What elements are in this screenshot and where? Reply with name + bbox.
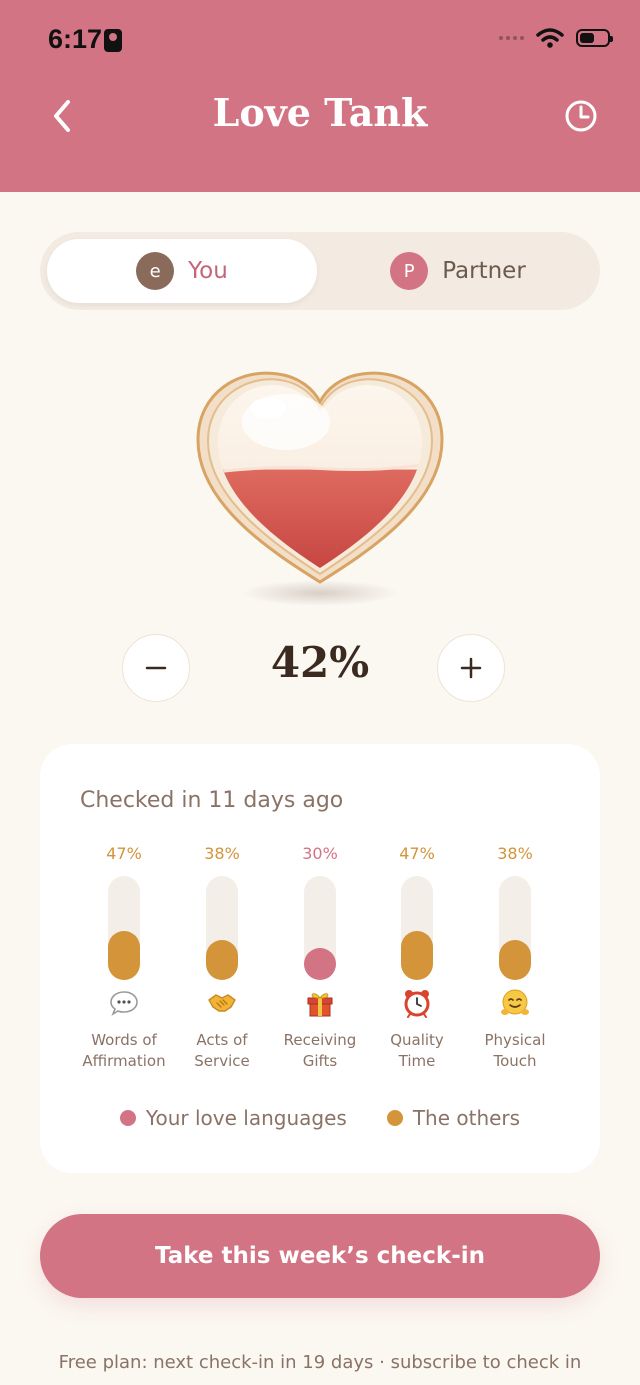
language-bar-track — [304, 876, 336, 980]
language-bar-track — [108, 876, 140, 980]
tab-you-label: You — [188, 258, 228, 284]
handshake-icon — [208, 994, 236, 1012]
love-languages-card: Checked in 11 days ago 47% Words of Affi… — [40, 744, 600, 1173]
status-time: 6:17 — [48, 24, 103, 54]
contact-badge-icon — [104, 29, 122, 52]
language-bar-track — [499, 876, 531, 980]
wifi-icon — [536, 28, 564, 48]
language-bar-track — [401, 876, 433, 980]
increase-button[interactable] — [437, 634, 505, 702]
tab-partner-label: Partner — [442, 258, 526, 284]
legend-dot-pink — [119, 1110, 136, 1126]
gift-icon — [307, 993, 333, 1017]
language-acts-of-service: 38% Acts of Service — [172, 844, 272, 1070]
language-bar-fill — [499, 940, 531, 980]
checkin-status: Checked in 11 days ago — [80, 788, 344, 813]
alarm-clock-icon — [404, 990, 430, 1018]
avatar-partner: P — [390, 252, 429, 290]
signal-icon — [499, 36, 524, 40]
take-checkin-button[interactable]: Take this week’s check-in — [40, 1214, 600, 1298]
battery-icon — [576, 29, 613, 47]
legend-yours: Your love languages — [119, 1106, 347, 1130]
language-name: Receiving Gifts — [283, 1031, 357, 1070]
legend-dot-gold — [386, 1110, 403, 1126]
language-physical-touch: 38% Physical Touch — [465, 844, 565, 1070]
language-bar-fill — [304, 948, 336, 980]
language-percent: 38% — [204, 844, 240, 863]
language-receiving-gifts: 30% Receiving Gifts — [270, 844, 370, 1070]
avatar-you: e — [136, 252, 175, 290]
language-bar-fill — [108, 931, 140, 980]
app-header: 6:17 Love Tank — [0, 0, 640, 192]
heart-tank-illustration — [196, 371, 444, 606]
language-percent: 30% — [302, 844, 338, 863]
history-clock-icon[interactable] — [561, 96, 601, 136]
language-words-of-affirmation: 47% Words of Affirmation — [74, 844, 174, 1070]
tab-partner[interactable]: P Partner — [323, 239, 593, 303]
language-name: Acts of Service — [194, 1031, 250, 1070]
status-icons — [499, 28, 613, 48]
plan-footnote: Free plan: next check-in in 19 days · su… — [58, 1352, 582, 1373]
language-bar-fill — [401, 931, 433, 980]
chart-legend: Your love languages The others — [40, 1106, 600, 1130]
plus-icon — [460, 657, 482, 679]
legend-others: The others — [386, 1106, 520, 1130]
language-bar-track — [206, 876, 238, 980]
language-percent: 47% — [106, 844, 142, 863]
decrease-button[interactable] — [122, 634, 190, 702]
hug-icon — [501, 989, 529, 1015]
language-bar-fill — [206, 940, 238, 980]
page-title: Love Tank — [212, 90, 428, 135]
language-percent: 38% — [497, 844, 533, 863]
language-name: Physical Touch — [484, 1031, 546, 1070]
minus-icon — [145, 666, 167, 670]
language-name: Quality Time — [390, 1031, 444, 1070]
language-name: Words of Affirmation — [82, 1031, 166, 1070]
speech-bubble-icon — [110, 991, 138, 1016]
heart-shadow — [242, 580, 398, 606]
tab-you[interactable]: e You — [47, 239, 317, 303]
person-toggle: e You P Partner — [40, 232, 600, 310]
language-quality-time: 47% Quality Time — [367, 844, 467, 1070]
tank-percent: 42% — [270, 638, 370, 687]
language-percent: 47% — [399, 844, 435, 863]
